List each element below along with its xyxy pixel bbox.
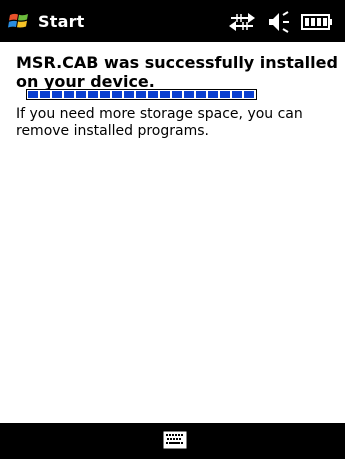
start-label: Start <box>38 11 85 31</box>
volume-icon[interactable] <box>267 11 291 33</box>
start-button[interactable]: Start <box>8 0 85 42</box>
storage-message: If you need more storage space, you can … <box>16 106 303 139</box>
install-progress-bar <box>26 89 257 100</box>
device-screen: Start MSR.CAB was successfully installed… <box>0 0 345 459</box>
keyboard-icon[interactable] <box>163 431 187 449</box>
battery-icon[interactable] <box>301 12 333 32</box>
soft-key-bar <box>0 423 345 459</box>
title-bar: Start <box>0 0 345 42</box>
install-headline: MSR.CAB was successfully installed on yo… <box>16 53 338 91</box>
install-progress-fill <box>28 91 255 98</box>
connectivity-icon[interactable] <box>228 11 256 33</box>
windows-start-icon <box>8 13 28 28</box>
